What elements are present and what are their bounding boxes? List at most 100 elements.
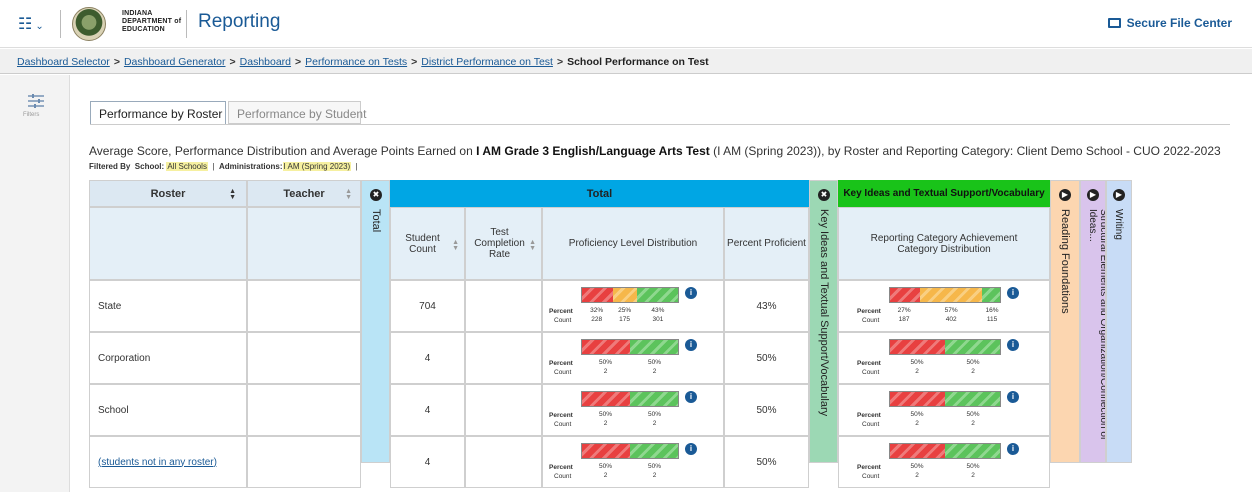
prof-bar[interactable] bbox=[581, 391, 679, 407]
completion-rate-header[interactable]: Test Completion Rate ▲ ▼ bbox=[465, 207, 542, 280]
roster-cell: Corporation bbox=[89, 332, 247, 384]
percent-label: Percent bbox=[549, 308, 573, 315]
kitsv-group-header: Key Ideas and Textual Support/Vocabulary bbox=[838, 180, 1050, 207]
prof-bar[interactable] bbox=[581, 443, 679, 459]
percent-label: Percent bbox=[549, 412, 573, 419]
rc-bar[interactable] bbox=[889, 287, 1001, 303]
prof-bar[interactable] bbox=[581, 287, 679, 303]
brand-line: INDIANA bbox=[122, 10, 153, 17]
expand-writing-button[interactable]: ▶ bbox=[1113, 189, 1125, 201]
sort-asc-icon: ▲ ▼ bbox=[229, 188, 236, 201]
roster-link[interactable]: (students not in any roster) bbox=[98, 457, 217, 468]
kitsv-collapsed-column: ✖ Key Ideas and Textual Support/Vocabula… bbox=[809, 180, 838, 463]
rc-bar[interactable] bbox=[889, 391, 1001, 407]
breadcrumb-district-performance[interactable]: District Performance on Test bbox=[421, 56, 553, 68]
test-name: I AM Grade 3 English/Language Arts Test bbox=[476, 144, 710, 158]
segment-percent: 50% bbox=[910, 463, 924, 470]
school-filter-value[interactable]: All Schools bbox=[166, 162, 208, 171]
breadcrumb-separator: > bbox=[295, 56, 302, 68]
bar-segment-green bbox=[630, 444, 678, 458]
info-icon[interactable]: i bbox=[685, 391, 697, 403]
info-icon[interactable]: i bbox=[685, 287, 697, 299]
breadcrumb-performance-on-tests[interactable]: Performance on Tests bbox=[305, 56, 407, 68]
bar-segment-red bbox=[890, 444, 945, 458]
breadcrumb-current: School Performance on Test bbox=[567, 56, 709, 68]
student-count-header[interactable]: Student Count ▲ ▼ bbox=[390, 207, 465, 280]
breadcrumb-separator: > bbox=[411, 56, 418, 68]
filter-sidebar: Filters bbox=[0, 75, 70, 492]
completion-rate-cell bbox=[465, 384, 542, 436]
folder-icon bbox=[1107, 18, 1121, 28]
segment-count: 2 bbox=[915, 472, 919, 479]
roster-column-header[interactable]: Roster ▲ ▼ bbox=[89, 180, 247, 207]
grid-icon: ☷ bbox=[18, 16, 33, 33]
segment-count: 2 bbox=[971, 368, 975, 375]
bar-segment-red bbox=[890, 392, 945, 406]
divider bbox=[186, 10, 187, 38]
completion-rate-cell bbox=[465, 436, 542, 488]
segment-count: 2 bbox=[603, 368, 608, 375]
reading-foundations-column: ▶ Reading Foundations bbox=[1050, 180, 1080, 463]
completion-rate-cell bbox=[465, 332, 542, 384]
total-collapsed-column: ✖ Total bbox=[361, 180, 390, 463]
segment-count: 2 bbox=[652, 420, 657, 427]
percent-proficient-cell: 50% bbox=[724, 436, 809, 488]
segment-percent: 50% bbox=[647, 411, 661, 418]
segment-count: 2 bbox=[971, 472, 975, 479]
roster-subheader bbox=[89, 207, 247, 280]
app-menu-button[interactable]: ☷ ⌄ bbox=[18, 14, 44, 34]
bar-segment-red bbox=[582, 340, 630, 354]
segment-percent: 25% bbox=[618, 307, 632, 314]
info-icon[interactable]: i bbox=[685, 443, 697, 455]
info-icon[interactable]: i bbox=[1007, 287, 1019, 299]
rcacd-header: Reporting Category Achievement Category … bbox=[838, 207, 1050, 280]
tab-performance-by-student[interactable]: Performance by Student bbox=[228, 101, 366, 124]
completion-rate-label: Test Completion Rate bbox=[474, 227, 525, 260]
segment-percent: 50% bbox=[598, 359, 612, 366]
roster-cell: School bbox=[89, 384, 247, 436]
bar-segment-green bbox=[945, 340, 1000, 354]
admin-filter-value[interactable]: I AM (Spring 2023) bbox=[282, 162, 352, 171]
segment-percent: 50% bbox=[647, 463, 661, 470]
segment-percent: 50% bbox=[910, 411, 924, 418]
breadcrumb-dashboard[interactable]: Dashboard bbox=[240, 56, 291, 68]
breadcrumb-dashboard-selector[interactable]: Dashboard Selector bbox=[17, 56, 110, 68]
teacher-column-header[interactable]: Teacher ▲ ▼ bbox=[247, 180, 361, 207]
count-label: Count bbox=[554, 317, 572, 324]
expand-reading-foundations-button[interactable]: ▶ bbox=[1059, 189, 1071, 201]
prof-bar[interactable] bbox=[581, 339, 679, 355]
secure-file-center-link[interactable]: Secure File Center bbox=[1107, 16, 1232, 30]
segment-count: 175 bbox=[619, 316, 631, 323]
segment-percent: 16% bbox=[985, 307, 999, 314]
divider bbox=[60, 10, 61, 38]
collapse-total-button[interactable]: ✖ bbox=[370, 189, 382, 201]
filter-divider: | bbox=[212, 162, 215, 171]
expand-structural-button[interactable]: ▶ bbox=[1087, 189, 1099, 201]
roster-name: State bbox=[98, 300, 122, 312]
filters-icon[interactable] bbox=[27, 93, 45, 109]
breadcrumb-separator: > bbox=[556, 56, 564, 68]
info-icon[interactable]: i bbox=[1007, 391, 1019, 403]
total-vertical-label: Total bbox=[370, 209, 382, 233]
percent-label: Percent bbox=[857, 360, 881, 367]
tab-performance-by-roster[interactable]: Performance by Roster bbox=[90, 101, 226, 124]
percent-label: Percent bbox=[857, 308, 881, 315]
total-group-header: Total bbox=[390, 180, 809, 207]
segment-count: 228 bbox=[591, 316, 603, 323]
segment-percent: 27% bbox=[897, 307, 911, 314]
school-filter-label: School: bbox=[134, 162, 165, 171]
collapse-kitsv-button[interactable]: ✖ bbox=[818, 189, 830, 201]
brand-line: DEPARTMENT of bbox=[122, 18, 182, 25]
info-icon[interactable]: i bbox=[685, 339, 697, 351]
bar-segment-green bbox=[636, 288, 678, 302]
info-icon[interactable]: i bbox=[1007, 339, 1019, 351]
breadcrumb-dashboard-generator[interactable]: Dashboard Generator bbox=[124, 56, 226, 68]
info-icon[interactable]: i bbox=[1007, 443, 1019, 455]
rc-bar[interactable] bbox=[889, 443, 1001, 459]
prof-cell: 32% 228 25% 175 43% 301 i Percent Count bbox=[542, 280, 724, 332]
rc-bar[interactable] bbox=[889, 339, 1001, 355]
segment-percent: 50% bbox=[910, 359, 924, 366]
percent-proficient-cell: 50% bbox=[724, 384, 809, 436]
roster-cell[interactable]: (students not in any roster) bbox=[89, 436, 247, 488]
segment-percent: 50% bbox=[598, 463, 612, 470]
